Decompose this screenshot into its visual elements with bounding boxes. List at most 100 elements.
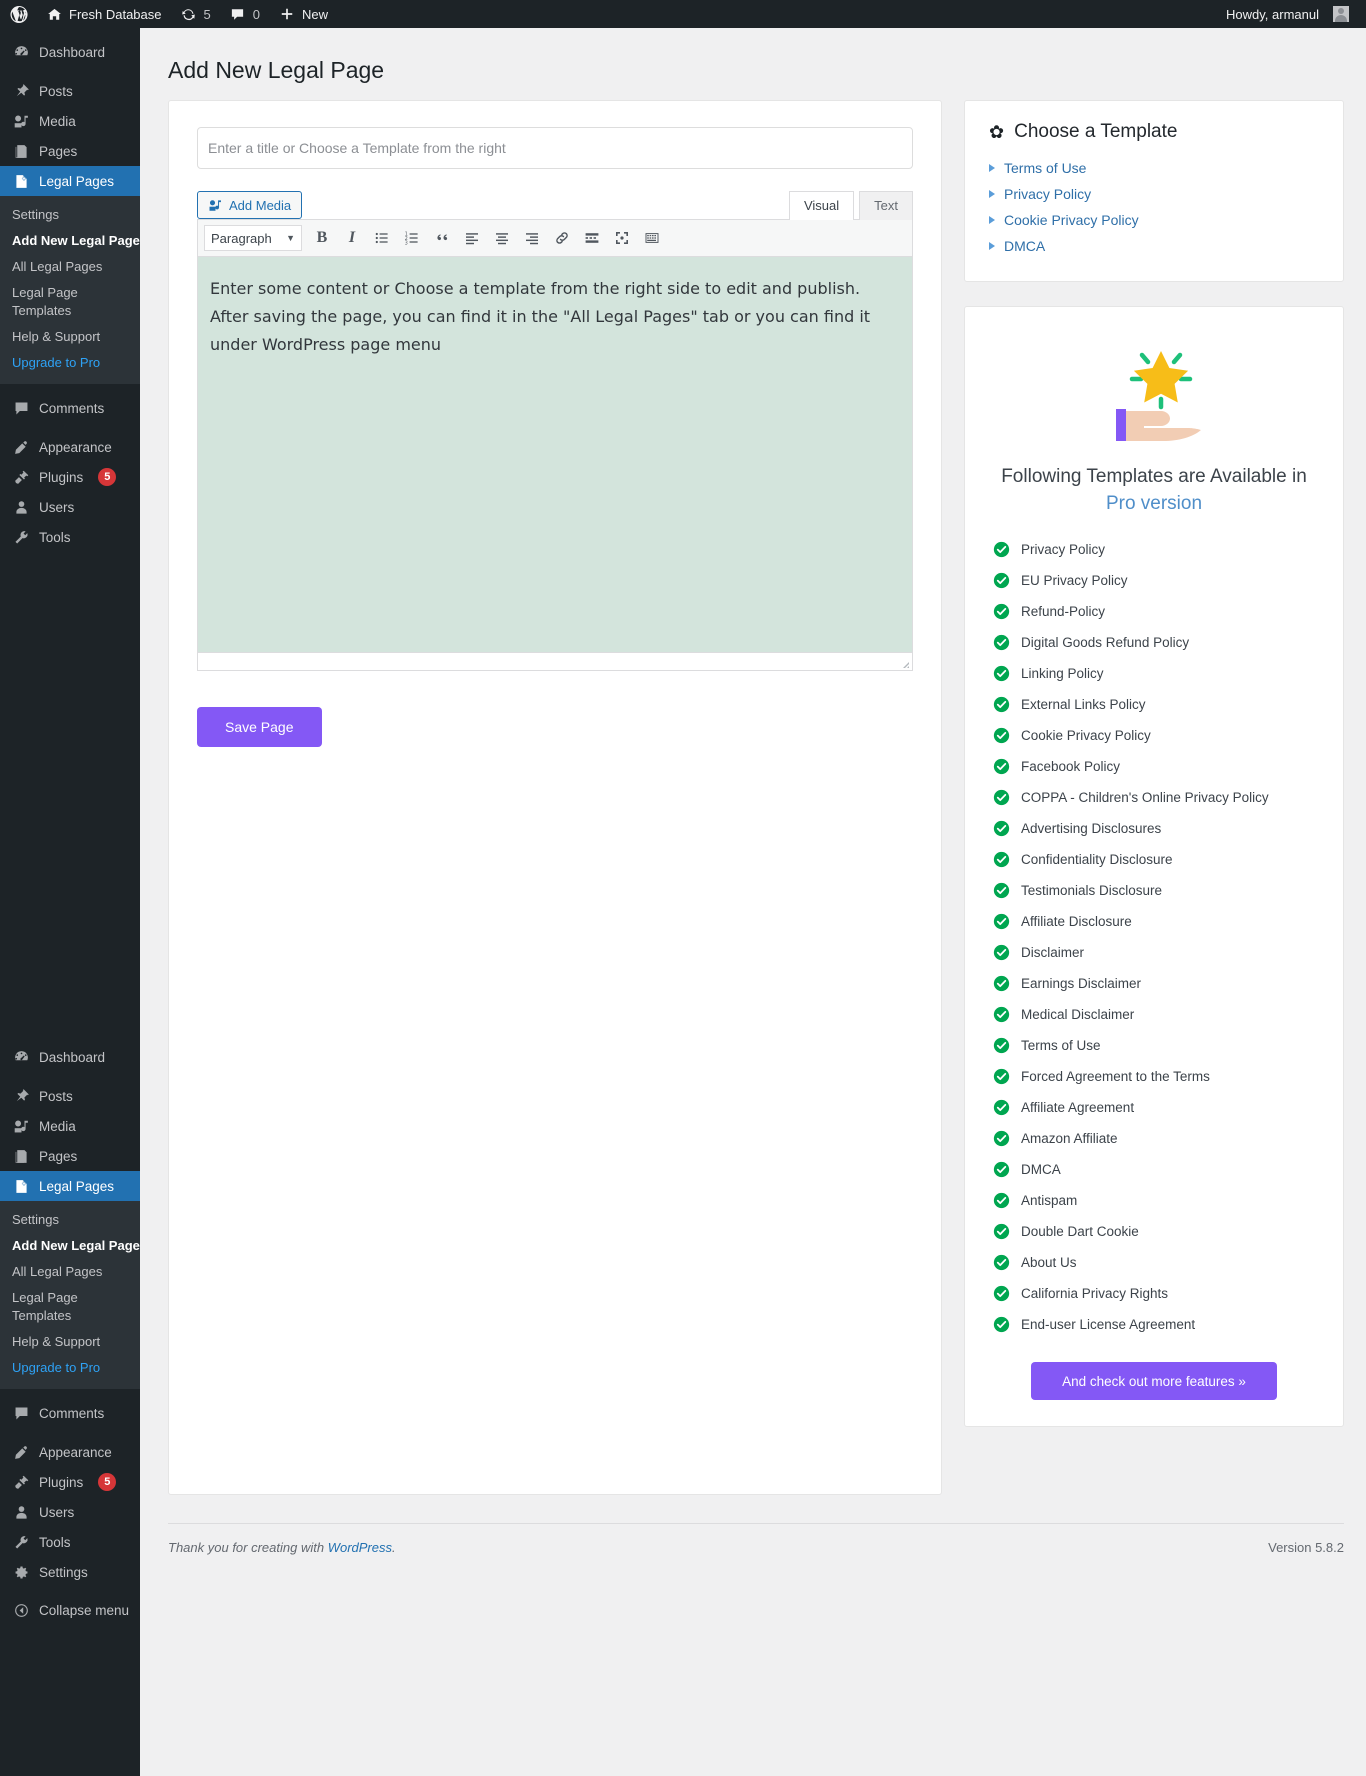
check-circle-icon: [993, 1223, 1010, 1240]
page-title-input[interactable]: [197, 126, 913, 169]
editor-column: Add Media Visual Text Paragraph: [168, 99, 942, 1495]
submenu-item-all-legal-pages[interactable]: All Legal Pages: [0, 254, 140, 280]
align-left-icon[interactable]: [458, 225, 486, 251]
submenu-item-help-support-2[interactable]: Help & Support: [0, 1329, 140, 1355]
editor-content-area[interactable]: Enter some content or Choose a template …: [198, 257, 912, 653]
dashboard-icon: [12, 1048, 30, 1066]
content-inner: Add New Legal Page Add Media: [140, 28, 1366, 1495]
list-item: End-user License Agreement: [993, 1309, 1321, 1340]
star-in-hand-icon: [1116, 350, 1201, 441]
check-more-features-button[interactable]: And check out more features »: [1031, 1361, 1277, 1400]
sidebar-item-tools[interactable]: Tools: [0, 522, 140, 552]
plugins-icon: [12, 1473, 30, 1491]
template-link-dmca[interactable]: DMCA: [1004, 238, 1045, 254]
add-media-button[interactable]: Add Media: [197, 191, 303, 220]
sidebar-item-legal-pages-2[interactable]: Legal Pages: [0, 1171, 148, 1201]
my-account-menu[interactable]: Howdy, armanul: [1217, 0, 1358, 28]
wordpress-logo-menu[interactable]: [0, 0, 36, 28]
tab-visual[interactable]: Visual: [788, 190, 855, 221]
blockquote-icon[interactable]: [428, 225, 456, 251]
sidebar-item-dashboard[interactable]: Dashboard: [0, 37, 140, 67]
template-link-terms-of-use[interactable]: Terms of Use: [1004, 160, 1086, 176]
sidebar-item-label: Plugins: [39, 469, 84, 485]
sidebar-item-plugins[interactable]: Plugins 5: [0, 462, 140, 492]
list-item: California Privacy Rights: [993, 1278, 1321, 1309]
list-item: Terms of Use: [989, 155, 1321, 181]
sidebar-item-posts-2[interactable]: Posts: [0, 1081, 140, 1111]
bulleted-list-icon[interactable]: [368, 225, 396, 251]
plugins-update-badge: 5: [98, 468, 117, 486]
sidebar-item-tools-2[interactable]: Tools: [0, 1527, 140, 1557]
fullscreen-icon[interactable]: [608, 225, 636, 251]
sidebar-item-media[interactable]: Media: [0, 106, 140, 136]
admin-sidebar-menu: Dashboard Posts Media Pages Legal Pages: [0, 28, 148, 1776]
submenu-item-legal-page-templates[interactable]: Legal Page Templates: [0, 280, 140, 324]
sidebar-item-label: Users: [39, 499, 75, 515]
align-center-icon[interactable]: [488, 225, 516, 251]
resize-handle-icon[interactable]: [898, 657, 910, 669]
settings-icon: [12, 1563, 30, 1581]
sidebar-item-label: Pages: [39, 1148, 78, 1164]
sidebar-item-comments-2[interactable]: Comments: [0, 1398, 140, 1428]
users-icon: [12, 498, 30, 516]
template-link-cookie-privacy-policy[interactable]: Cookie Privacy Policy: [1004, 212, 1139, 228]
link-icon[interactable]: [548, 225, 576, 251]
submenu-item-legal-page-templates-2[interactable]: Legal Page Templates: [0, 1285, 140, 1329]
add-media-icon: [208, 198, 223, 213]
submenu-item-all-legal-pages-2[interactable]: All Legal Pages: [0, 1259, 140, 1285]
toolbar-toggle-icon[interactable]: [638, 225, 666, 251]
new-content-menu[interactable]: New: [269, 0, 337, 28]
sidebar-item-label: Media: [39, 113, 76, 129]
submenu-item-add-new-legal-page-2[interactable]: Add New Legal Page: [0, 1233, 140, 1259]
wordpress-link[interactable]: WordPress: [328, 1540, 392, 1555]
sidebar-item-dashboard-2[interactable]: Dashboard: [0, 1042, 140, 1072]
submenu-item-settings[interactable]: Settings: [0, 202, 140, 228]
sidebar-item-pages[interactable]: Pages: [0, 136, 140, 166]
submenu-item-add-new-legal-page[interactable]: Add New Legal Page: [0, 228, 140, 254]
feature-label: Amazon Affiliate: [1021, 1130, 1118, 1146]
collapse-menu-button[interactable]: Collapse menu: [0, 1595, 140, 1625]
triangle-bullet-icon: [989, 189, 995, 198]
align-right-icon[interactable]: [518, 225, 546, 251]
check-circle-icon: [993, 820, 1010, 837]
sidebar-item-label: Legal Pages: [39, 173, 115, 189]
sidebar-item-settings[interactable]: Settings: [0, 1557, 140, 1587]
tab-text[interactable]: Text: [859, 190, 913, 221]
sidebar-item-posts[interactable]: Posts: [0, 76, 140, 106]
sidebar-item-users[interactable]: Users: [0, 492, 140, 522]
list-item: Disclaimer: [993, 937, 1321, 968]
check-circle-icon: [993, 1068, 1010, 1085]
sidebar-item-plugins-2[interactable]: Plugins 5: [0, 1467, 140, 1497]
comments-menu[interactable]: 0: [220, 0, 269, 28]
template-link-privacy-policy[interactable]: Privacy Policy: [1004, 186, 1091, 202]
submenu-item-upgrade-to-pro[interactable]: Upgrade to Pro: [0, 350, 140, 376]
paragraph-format-select[interactable]: Paragraph ▼: [204, 225, 302, 252]
site-name-menu[interactable]: Fresh Database: [36, 0, 171, 28]
submenu-item-help-support[interactable]: Help & Support: [0, 324, 140, 350]
users-icon: [12, 1503, 30, 1521]
bold-icon[interactable]: B: [308, 225, 336, 251]
feature-label: Double Dart Cookie: [1021, 1223, 1139, 1239]
italic-icon[interactable]: I: [338, 225, 366, 251]
submenu-item-settings-2[interactable]: Settings: [0, 1207, 140, 1233]
updates-menu[interactable]: 5: [171, 0, 220, 28]
numbered-list-icon[interactable]: 123: [398, 225, 426, 251]
editor-mode-tabs: Visual Text: [784, 190, 913, 221]
sidebar-item-media-2[interactable]: Media: [0, 1111, 140, 1141]
read-more-icon[interactable]: [578, 225, 606, 251]
sidebar-item-pages-2[interactable]: Pages: [0, 1141, 140, 1171]
save-page-button[interactable]: Save Page: [197, 707, 322, 748]
sidebar-item-users-2[interactable]: Users: [0, 1497, 140, 1527]
appearance-icon: [12, 1443, 30, 1461]
submenu-item-upgrade-to-pro-2[interactable]: Upgrade to Pro: [0, 1355, 140, 1381]
pro-templates-panel: Following Templates are Available in Pro…: [964, 305, 1344, 1427]
sidebar-item-legal-pages[interactable]: Legal Pages: [0, 166, 148, 196]
sidebar-item-appearance-2[interactable]: Appearance: [0, 1437, 140, 1467]
sidebar-item-appearance[interactable]: Appearance: [0, 432, 140, 462]
check-circle-icon: [993, 975, 1010, 992]
pro-feature-list: Privacy Policy EU Privacy Policy Refund-…: [987, 534, 1321, 1340]
feature-label: Privacy Policy: [1021, 541, 1106, 557]
sidebar-item-label: Dashboard: [39, 1049, 106, 1065]
sidebar-item-comments[interactable]: Comments: [0, 393, 140, 423]
list-item: Medical Disclaimer: [993, 999, 1321, 1030]
